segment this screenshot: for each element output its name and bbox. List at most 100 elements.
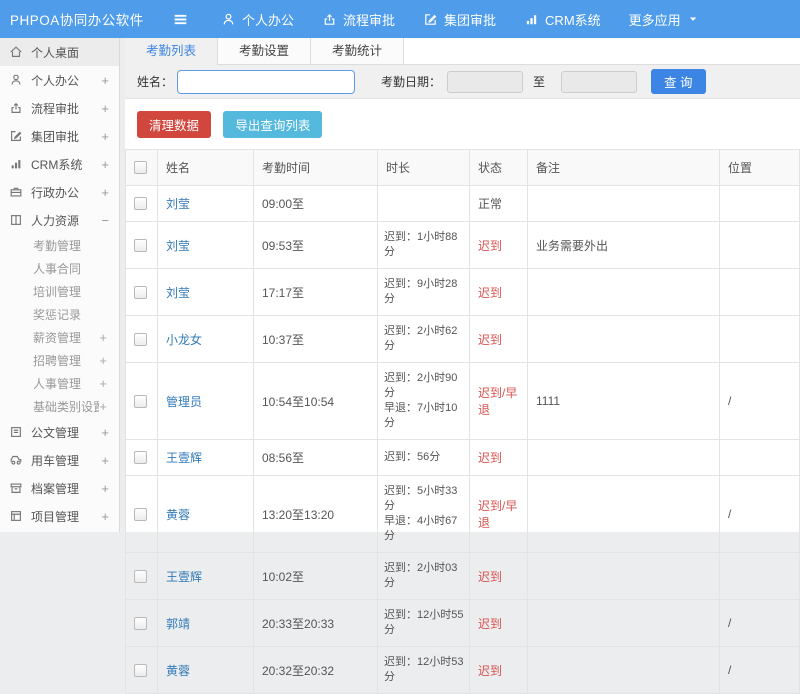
employee-name-link[interactable]: 刘莹 (166, 197, 190, 211)
row-checkbox[interactable] (134, 570, 147, 583)
checkbox-cell (126, 440, 158, 476)
sidebar-item[interactable]: CRM系统+ (0, 150, 119, 178)
tab[interactable]: 考勤列表 (125, 38, 218, 65)
row-checkbox[interactable] (134, 333, 147, 346)
duration-line: 早退：4小时67分 (384, 514, 465, 544)
main-content: 考勤列表考勤设置考勤统计 姓名： 考勤日期： 至 查 询 清理数据 导出查询列表… (125, 38, 800, 532)
sidebar-item[interactable]: 公文管理+ (0, 418, 119, 446)
tab[interactable]: 考勤设置 (218, 38, 311, 64)
sidebar-item-label: 行政办公 (31, 184, 99, 201)
book-icon (9, 213, 24, 227)
sidebar-item[interactable]: 人力资源− (0, 206, 119, 234)
date-from-input[interactable] (447, 71, 523, 93)
topbar-nav-item[interactable]: 流程审批 (308, 0, 409, 38)
sidebar-subitem[interactable]: 人事合同 (0, 257, 119, 280)
sidebar-item[interactable]: 用车管理+ (0, 446, 119, 474)
sidebar-item-label: 档案管理 (31, 480, 99, 497)
expander-icon: + (99, 185, 109, 200)
employee-name-link[interactable]: 管理员 (166, 395, 202, 409)
row-checkbox[interactable] (134, 664, 147, 677)
expander-icon: − (99, 213, 109, 228)
export-list-button[interactable]: 导出查询列表 (223, 111, 322, 138)
sidebar-item[interactable]: 集团审批+ (0, 122, 119, 150)
tab[interactable]: 考勤统计 (311, 38, 404, 64)
sidebar-subitem[interactable]: 培训管理 (0, 280, 119, 303)
table-header-row: 姓名考勤时间时长状态备注位置 (126, 150, 800, 186)
employee-name-link[interactable]: 黄蓉 (166, 508, 190, 522)
sidebar-subitem[interactable]: 人事管理+ (0, 372, 119, 395)
column-header: 状态 (470, 150, 528, 186)
row-checkbox[interactable] (134, 239, 147, 252)
topbar-nav-label: 更多应用 (629, 10, 681, 29)
employee-name-link[interactable]: 刘莹 (166, 239, 190, 253)
row-checkbox[interactable] (134, 395, 147, 408)
date-to-label: 至 (533, 73, 545, 90)
flow-icon (9, 101, 24, 115)
topbar-nav-label: 集团审批 (444, 10, 496, 29)
employee-name-link[interactable]: 王壹辉 (166, 451, 202, 465)
remark-cell (528, 316, 720, 363)
topbar-nav-item[interactable]: 集团审批 (409, 0, 510, 38)
sidebar-subitem-label: 培训管理 (33, 283, 107, 300)
topbar-nav-item[interactable]: CRM系统 (510, 0, 615, 38)
sidebar-item[interactable]: 个人桌面 (0, 38, 119, 66)
employee-name-link[interactable]: 郭靖 (166, 617, 190, 631)
table-row: 王壹辉10:02至迟到：2小时03分迟到 (126, 553, 800, 600)
action-bar: 清理数据 导出查询列表 (125, 99, 800, 149)
sidebar-item[interactable]: 个人办公+ (0, 66, 119, 94)
sidebar-item[interactable]: 项目管理+ (0, 502, 119, 530)
time-cell: 09:53至 (254, 222, 378, 269)
edit-icon (9, 129, 24, 143)
employee-name-link[interactable]: 刘莹 (166, 286, 190, 300)
remark-cell: 业务需要外出 (528, 222, 720, 269)
sidebar-subitem[interactable]: 考勤管理 (0, 234, 119, 257)
sidebar-item[interactable]: 档案管理+ (0, 474, 119, 502)
time-cell: 10:37至 (254, 316, 378, 363)
remark-cell (528, 647, 720, 694)
row-checkbox[interactable] (134, 197, 147, 210)
car-icon (9, 453, 24, 467)
name-label: 姓名： (137, 73, 173, 90)
clear-data-button[interactable]: 清理数据 (137, 111, 211, 138)
row-checkbox[interactable] (134, 617, 147, 630)
expander-icon: + (99, 73, 109, 88)
sidebar-item[interactable]: 行政办公+ (0, 178, 119, 206)
sidebar-subitem[interactable]: 招聘管理+ (0, 349, 119, 372)
expander-icon: + (99, 425, 109, 440)
sidebar-subitem-label: 考勤管理 (33, 237, 107, 254)
status-cell: 迟到 (470, 553, 528, 600)
status-badge: 迟到 (478, 617, 502, 631)
topbar-nav-item[interactable]: 个人办公 (207, 0, 308, 38)
menu-icon[interactable] (172, 11, 189, 28)
name-input[interactable] (177, 70, 355, 94)
duration-cell: 迟到：12小时53分 (378, 647, 470, 694)
column-header: 考勤时间 (254, 150, 378, 186)
sidebar: 个人桌面个人办公+流程审批+集团审批+CRM系统+行政办公+人力资源−考勤管理人… (0, 38, 120, 532)
sidebar-subitem[interactable]: 基础类别设置+ (0, 395, 119, 418)
duration-line: 迟到：1小时88分 (384, 230, 465, 260)
time-cell: 20:33至20:33 (254, 600, 378, 647)
sidebar-item-label: 流程审批 (31, 100, 99, 117)
status-badge: 迟到/早退 (478, 386, 517, 417)
sidebar-item[interactable]: 流程审批+ (0, 94, 119, 122)
date-to-input[interactable] (561, 71, 637, 93)
remark-cell (528, 476, 720, 553)
employee-name-link[interactable]: 小龙女 (166, 333, 202, 347)
row-checkbox[interactable] (134, 286, 147, 299)
table-row: 黄蓉13:20至13:20迟到：5小时33分早退：4小时67分迟到/早退/ (126, 476, 800, 553)
duration-line: 迟到：56分 (384, 450, 465, 465)
search-button[interactable]: 查 询 (651, 69, 705, 94)
topbar-nav-item[interactable]: 更多应用 (615, 0, 714, 38)
expander-icon: + (99, 353, 107, 368)
name-cell: 黄蓉 (158, 476, 254, 553)
employee-name-link[interactable]: 王壹辉 (166, 570, 202, 584)
sidebar-subitem[interactable]: 奖惩记录 (0, 303, 119, 326)
row-checkbox[interactable] (134, 508, 147, 521)
select-all-checkbox[interactable] (134, 161, 147, 174)
employee-name-link[interactable]: 黄蓉 (166, 664, 190, 678)
status-badge: 迟到 (478, 286, 502, 300)
checkbox-cell (126, 316, 158, 363)
sidebar-item-label: 项目管理 (31, 508, 99, 525)
sidebar-subitem[interactable]: 薪资管理+ (0, 326, 119, 349)
row-checkbox[interactable] (134, 451, 147, 464)
